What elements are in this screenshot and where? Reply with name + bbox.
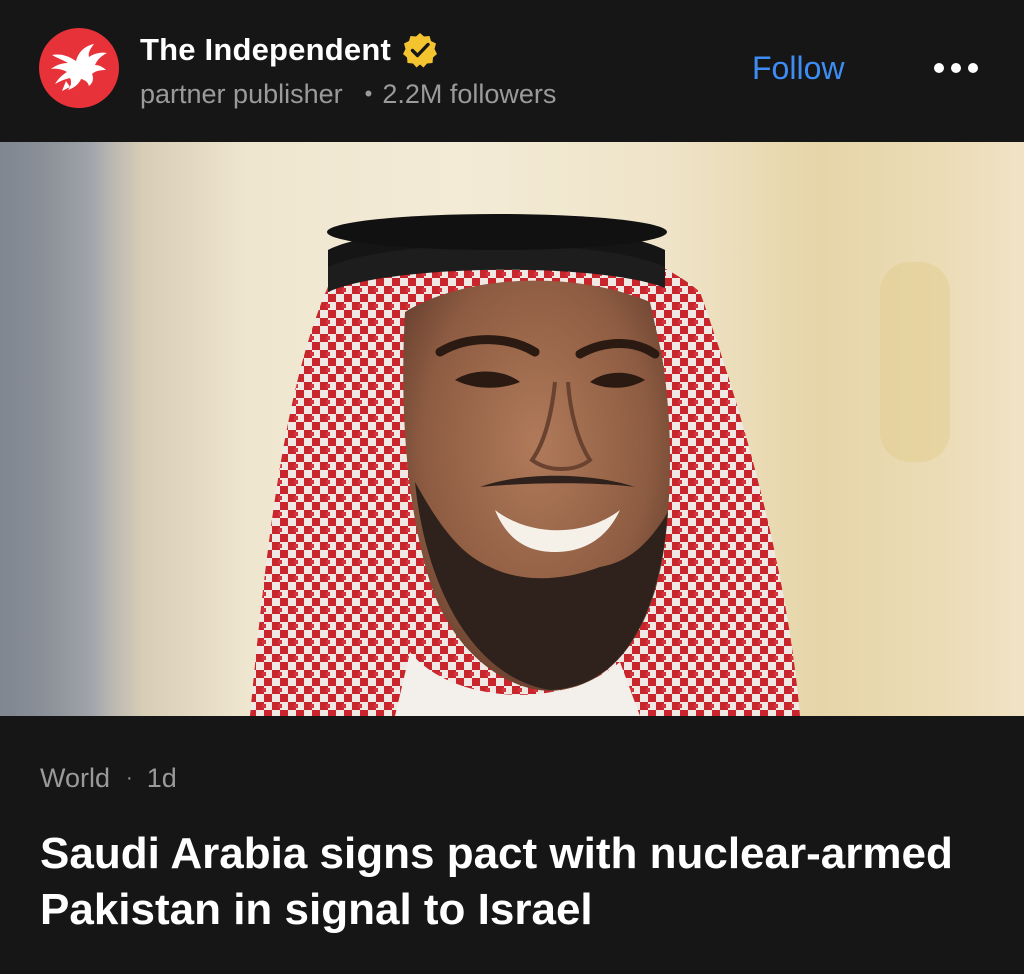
article-headline[interactable]: Saudi Arabia signs pact with nuclear-arm… (40, 826, 980, 938)
more-dot (934, 63, 944, 73)
separator-dot: · (126, 766, 133, 789)
follow-button[interactable]: Follow (752, 46, 844, 90)
article-meta: World · 1d (40, 760, 177, 796)
publisher-logo[interactable] (39, 28, 119, 108)
publisher-meta: partner publisher • 2.2M followers (140, 76, 556, 112)
article-age: 1d (146, 762, 177, 793)
publisher-name-row: The Independent (140, 30, 439, 70)
eagle-icon (51, 44, 107, 91)
verified-badge-icon (401, 31, 439, 69)
more-dot (951, 63, 961, 73)
publisher-label: partner publisher (140, 78, 343, 109)
news-card: The Independent partner publisher • 2.2M… (0, 0, 1024, 974)
publisher-name[interactable]: The Independent (140, 32, 391, 68)
more-options-icon[interactable] (926, 50, 986, 86)
follower-count: 2.2M followers (382, 78, 557, 109)
portrait-illustration (0, 142, 950, 716)
publisher-header: The Independent partner publisher • 2.2M… (0, 0, 1024, 142)
article-image[interactable] (0, 142, 1024, 716)
more-dot (968, 63, 978, 73)
separator-dot: • (364, 81, 373, 106)
article-category[interactable]: World (40, 763, 110, 794)
